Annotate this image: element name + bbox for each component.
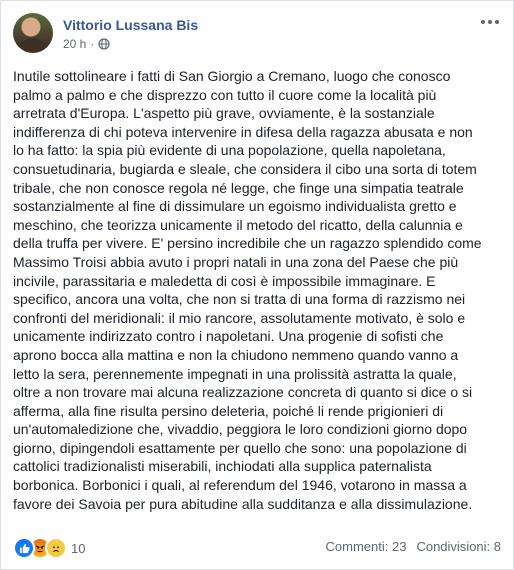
post-body: Inutile sottolineare i fatti di San Gior… <box>13 68 482 512</box>
shares-count[interactable]: Condivisioni: 8 <box>416 539 501 554</box>
post-stats: Commenti: 23 Condivisioni: 8 <box>326 539 501 554</box>
more-dot <box>488 20 492 24</box>
like-reaction-icon <box>13 537 35 559</box>
sad-face-icon <box>53 546 59 553</box>
sad-reaction-icon <box>45 537 67 559</box>
post-card: Vittorio Lussana Bis 20 h · Inutile sott… <box>0 0 514 570</box>
post-meta: 20 h · <box>63 37 110 51</box>
post-footer: 10 Commenti: 23 Condivisioni: 8 <box>13 537 501 559</box>
thumbs-up-icon <box>19 543 30 553</box>
comments-count[interactable]: Commenti: 23 <box>326 539 407 554</box>
post-time[interactable]: 20 h <box>63 37 86 51</box>
post-header: Vittorio Lussana Bis 20 h · <box>13 13 501 57</box>
reaction-count[interactable]: 10 <box>71 541 85 556</box>
avatar[interactable] <box>13 13 53 53</box>
globe-icon[interactable] <box>98 38 110 50</box>
meta-separator: · <box>90 37 95 51</box>
author-name[interactable]: Vittorio Lussana Bis <box>63 17 198 33</box>
reactions-summary[interactable]: 10 <box>13 537 85 559</box>
more-options-icon[interactable] <box>479 15 501 29</box>
more-dot <box>481 20 485 24</box>
more-dot <box>495 20 499 24</box>
